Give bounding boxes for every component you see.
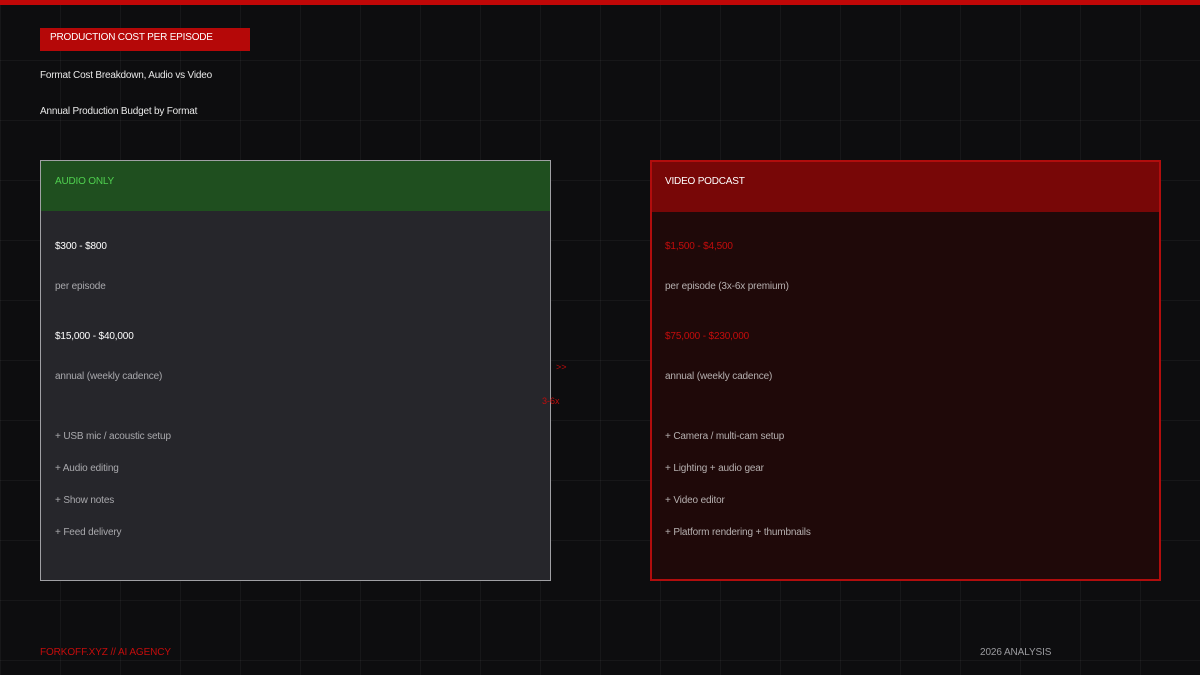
video-episode-cost: $1,500 - $4,500 bbox=[665, 241, 733, 252]
video-annual-note: annual (weekly cadence) bbox=[665, 371, 773, 382]
video-episode-note: per episode (3x-6x premium) bbox=[665, 281, 789, 292]
footer-year-label: 2026 ANALYSIS bbox=[980, 647, 1052, 658]
audio-only-card: AUDIO ONLY $300 - $800 per episode $15,0… bbox=[40, 160, 551, 581]
audio-episode-cost: $300 - $800 bbox=[55, 241, 107, 252]
video-feature-item: + Video editor bbox=[665, 495, 725, 506]
audio-card-title: AUDIO ONLY bbox=[41, 161, 550, 211]
audio-feature-item: + USB mic / acoustic setup bbox=[55, 431, 171, 442]
video-card-title: VIDEO PODCAST bbox=[652, 162, 1159, 212]
footer-brand: FORKOFF.XYZ // AI AGENCY bbox=[40, 647, 171, 658]
audio-annual-note: annual (weekly cadence) bbox=[55, 371, 163, 382]
video-podcast-card: VIDEO PODCAST $1,500 - $4,500 per episod… bbox=[650, 160, 1161, 581]
section-tag: PRODUCTION COST PER EPISODE bbox=[40, 28, 250, 51]
audio-feature-item: + Audio editing bbox=[55, 463, 119, 474]
video-annual-cost: $75,000 - $230,000 bbox=[665, 331, 750, 342]
audio-annual-cost: $15,000 - $40,000 bbox=[55, 331, 134, 342]
cost-multiplier-label: 3-6x bbox=[542, 396, 560, 406]
subtitle-annual-budget: Annual Production Budget by Format bbox=[40, 106, 198, 117]
top-accent-bar bbox=[0, 0, 1200, 5]
video-feature-item: + Lighting + audio gear bbox=[665, 463, 764, 474]
comparison-arrow: >> bbox=[556, 362, 567, 372]
audio-episode-note: per episode bbox=[55, 281, 106, 292]
video-feature-item: + Camera / multi-cam setup bbox=[665, 431, 785, 442]
video-feature-item: + Platform rendering + thumbnails bbox=[665, 527, 811, 538]
audio-feature-item: + Show notes bbox=[55, 495, 115, 506]
subtitle-cost-breakdown: Format Cost Breakdown, Audio vs Video bbox=[40, 70, 212, 81]
audio-feature-item: + Feed delivery bbox=[55, 527, 122, 538]
